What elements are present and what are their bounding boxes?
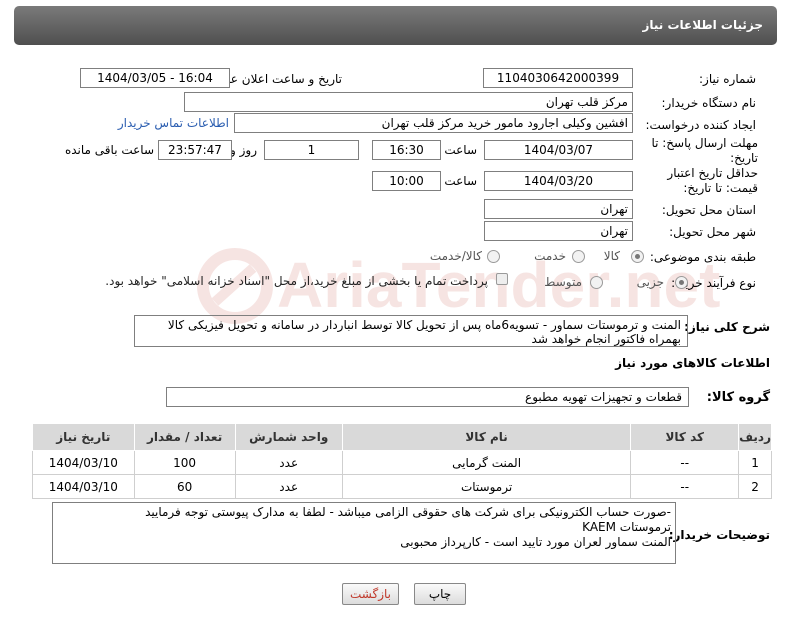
goods-group-label: گروه کالا: — [706, 390, 770, 405]
description-field: المنت و ترموستات سماور - تسویه6ماه پس از… — [134, 315, 688, 347]
category-option-service: خدمت — [534, 249, 566, 263]
category-radio-service[interactable] — [572, 250, 585, 263]
category-option-goods-service: کالا/خدمت — [429, 249, 482, 263]
price-date-field: 1404/03/20 — [484, 171, 633, 191]
need-number-label: شماره نیاز: — [699, 72, 756, 86]
table-row: 1 -- المنت گرمایی عدد 100 1404/03/10 — [32, 450, 772, 475]
announce-field: 1404/03/05 - 16:04 — [80, 68, 230, 88]
treasury-payment-note: پرداخت تمام یا بخشی از مبلغ خرید،از محل … — [105, 274, 488, 288]
cell-name: المنت گرمایی — [341, 450, 632, 475]
back-button[interactable]: بازگشت — [342, 583, 399, 605]
cell-quantity: 100 — [133, 450, 236, 475]
need-number-field: 1104030642000399 — [483, 68, 633, 88]
col-header-row-number: ردیف — [738, 423, 772, 451]
process-radio-medium[interactable] — [590, 276, 603, 289]
price-time-field: 10:00 — [372, 171, 441, 191]
col-header-quantity: تعداد / مقدار — [133, 423, 236, 451]
price-hour-label: ساعت — [444, 174, 477, 188]
buyer-notes-line: المنت سماور لعران مورد تایید است - کارپر… — [400, 535, 671, 549]
city-label: شهر محل تحویل: — [669, 225, 756, 239]
col-header-code: کد کالا — [630, 423, 740, 451]
goods-table: ردیف کد کالا نام کالا واحد شمارش تعداد /… — [32, 423, 772, 499]
print-button[interactable]: چاپ — [414, 583, 466, 605]
remaining-label: ساعت باقی مانده — [64, 143, 154, 157]
category-option-goods: کالا — [603, 249, 620, 263]
cell-code: -- — [630, 474, 740, 499]
category-label: طبقه بندی موضوعی: — [649, 250, 756, 264]
days-label: روز و — [230, 143, 257, 157]
page-title: جزئیات اطلاعات نیاز — [14, 6, 777, 45]
city-field: تهران — [484, 221, 633, 241]
cell-unit: عدد — [234, 450, 343, 475]
table-row: 2 -- ترموستات عدد 60 1404/03/10 — [32, 474, 772, 499]
cell-row-number: 1 — [738, 450, 772, 475]
buyer-org-label: نام دستگاه خریدار: — [661, 96, 757, 110]
requester-field: افشین وکیلی اجارود مامور خرید مرکز قلب ت… — [234, 113, 633, 133]
goods-group-field: قطعات و تجهیزات تهویه مطبوع — [166, 387, 689, 407]
process-radio-minor[interactable] — [675, 276, 688, 289]
goods-section-title: اطلاعات کالاهای مورد نیاز — [615, 356, 770, 370]
remaining-time-field: 23:57:47 — [158, 140, 232, 160]
category-radio-goods[interactable] — [631, 250, 644, 263]
reply-hour-label: ساعت — [444, 143, 477, 157]
reply-date-field: 1404/03/07 — [484, 140, 633, 160]
province-label: استان محل تحویل: — [661, 203, 756, 217]
col-header-name: نام کالا — [341, 423, 632, 451]
reply-deadline-label: مهلت ارسال پاسخ: تا تاریخ: — [651, 136, 758, 165]
price-validity-label: حداقل تاریخ اعتبار قیمت: تا تاریخ: — [667, 166, 758, 195]
category-radio-goods-service[interactable] — [487, 250, 500, 263]
buyer-notes-line: -صورت حساب الکترونیکی برای شرکت های حقوق… — [145, 505, 671, 519]
col-header-date: تاریخ نیاز — [32, 423, 135, 451]
cell-code: -- — [630, 450, 740, 475]
cell-quantity: 60 — [133, 474, 236, 499]
process-option-medium: متوسط — [544, 275, 582, 289]
buyer-notes-field: -صورت حساب الکترونیکی برای شرکت های حقوق… — [52, 502, 676, 564]
buyer-contact-link[interactable]: اطلاعات تماس خریدار — [118, 116, 229, 130]
treasury-payment-checkbox[interactable] — [496, 273, 508, 285]
cell-row-number: 2 — [738, 474, 772, 499]
cell-date: 1404/03/10 — [32, 474, 135, 499]
table-header-row: ردیف کد کالا نام کالا واحد شمارش تعداد /… — [32, 423, 772, 451]
requester-label: ایجاد کننده درخواست: — [645, 118, 756, 132]
buyer-notes-label: توضیحات خریدار: — [668, 528, 770, 542]
buyer-org-field: مرکز قلب تهران — [184, 92, 633, 112]
cell-name: ترموستات — [341, 474, 632, 499]
buyer-notes-line: ترموستات KAEM — [582, 520, 671, 534]
col-header-unit: واحد شمارش — [234, 423, 343, 451]
description-label: شرح کلی نیاز: — [684, 320, 770, 334]
process-option-minor: جزیی — [636, 275, 664, 289]
days-field: 1 — [264, 140, 359, 160]
province-field: تهران — [484, 199, 633, 219]
reply-time-field: 16:30 — [372, 140, 441, 160]
cell-unit: عدد — [234, 474, 343, 499]
cell-date: 1404/03/10 — [32, 450, 135, 475]
